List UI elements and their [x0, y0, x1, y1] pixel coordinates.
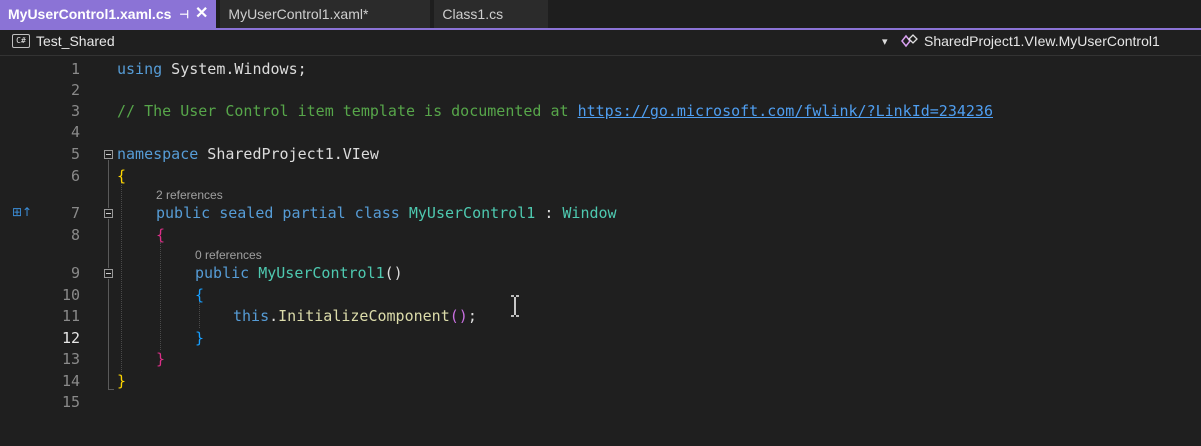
code-line-9: public MyUserControl1() [195, 264, 403, 282]
comment: // The User Control item template is doc… [117, 102, 578, 120]
code-line-5: namespace SharedProject1.VIew [117, 145, 379, 163]
brace: } [195, 329, 205, 347]
parens: () [449, 307, 468, 325]
brace: } [156, 350, 166, 368]
line-number: 4 [70, 123, 80, 141]
line-number: 14 [61, 372, 80, 390]
tab-class1-cs[interactable]: Class1.cs [434, 0, 549, 28]
fold-line [108, 160, 109, 208]
line-number: 15 [61, 393, 80, 411]
code-line-6: { [117, 167, 126, 185]
brace: { [156, 226, 166, 244]
tab-myusercontrol1-xaml[interactable]: MyUserControl1.xaml* [220, 0, 431, 28]
collapse-class-toggle[interactable] [104, 209, 113, 218]
line-number: 2 [70, 81, 80, 99]
code-line-8: { [156, 226, 165, 244]
fold-line [108, 219, 109, 268]
tab-label: Class1.cs [442, 6, 504, 22]
fold-end [108, 389, 114, 390]
keyword: namespace [117, 145, 199, 163]
code-text: : [535, 204, 563, 222]
method-name: InitializeComponent [278, 307, 450, 325]
code-line-12: } [195, 329, 204, 347]
keyword: this [233, 307, 270, 325]
line-number: 5 [70, 145, 80, 163]
brace: } [117, 372, 127, 390]
brace: { [195, 286, 205, 304]
line-number: 10 [61, 286, 80, 304]
base-type: Window [562, 204, 617, 222]
keyword: using [117, 60, 163, 78]
document-tab-strip: MyUserControl1.xaml.cs ⊣ ✕ MyUserControl… [0, 0, 1201, 30]
code-text: () [384, 264, 403, 282]
scope-dropdown[interactable]: SharedProject1.VIew.MyUserControl1 [900, 32, 1160, 50]
constructor-name: MyUserControl1 [249, 264, 385, 282]
line-number: 1 [70, 60, 80, 78]
text-cursor-icon [511, 295, 519, 317]
namespace-name: SharedProject1.VIew [198, 145, 379, 163]
code-editor[interactable]: ⊞↑ 1 2 3 4 5 6 7 8 9 10 11 12 13 14 15 u… [0, 56, 1201, 446]
code-line-1: using System.Windows; [117, 60, 307, 78]
collapse-constructor-toggle[interactable] [104, 269, 113, 278]
collapse-namespace-toggle[interactable] [104, 150, 113, 159]
tab-label: MyUserControl1.xaml* [228, 6, 369, 22]
tab-myusercontrol1-xaml-cs[interactable]: MyUserControl1.xaml.cs ⊣ ✕ [0, 0, 217, 28]
indent-guide [160, 242, 161, 350]
line-number: 8 [70, 226, 80, 244]
navigation-bar: C# Test_Shared ▾ SharedProject1.VIew.MyU… [0, 30, 1201, 56]
indent-guide [121, 182, 122, 372]
code-line-3: // The User Control item template is doc… [117, 102, 993, 120]
code-line-10: { [195, 286, 204, 304]
indent-guide [199, 302, 200, 328]
brace: { [117, 167, 127, 185]
inheritance-margin-icon[interactable]: ⊞↑ [12, 205, 32, 219]
line-number: 3 [70, 102, 80, 120]
keyword: sealed [210, 204, 274, 222]
line-number: 6 [70, 167, 80, 185]
code-line-13: } [156, 350, 165, 368]
class-name: MyUserControl1 [399, 204, 536, 222]
codelens-references[interactable]: 0 references [195, 248, 262, 262]
chevron-down-icon[interactable]: ▾ [882, 35, 888, 48]
keyword: class [345, 204, 400, 222]
line-number: 13 [61, 350, 80, 368]
project-dropdown[interactable]: C# Test_Shared [12, 33, 115, 49]
pin-icon[interactable]: ⊣ [179, 8, 189, 21]
keyword: partial [273, 204, 346, 222]
code-text: . [269, 307, 279, 325]
fold-line [108, 279, 109, 389]
code-line-7: public sealed partial class MyUserContro… [156, 204, 617, 222]
line-number: 7 [70, 204, 80, 222]
csharp-project-icon: C# [12, 34, 30, 48]
code-line-11: this.InitializeComponent(); [233, 307, 477, 325]
keyword: public [156, 204, 211, 222]
line-number: 9 [70, 264, 80, 282]
line-number-current: 12 [61, 329, 80, 347]
codelens-references[interactable]: 2 references [156, 188, 223, 202]
scope-name: SharedProject1.VIew.MyUserControl1 [924, 33, 1160, 49]
code-line-14: } [117, 372, 126, 390]
class-icon [901, 34, 918, 48]
project-name: Test_Shared [36, 33, 115, 49]
code-text: ; [467, 307, 477, 325]
close-icon[interactable]: ✕ [195, 6, 208, 22]
code-text: System.Windows; [162, 60, 307, 78]
line-number: 11 [61, 307, 80, 325]
documentation-link[interactable]: https://go.microsoft.com/fwlink/?LinkId=… [578, 102, 993, 120]
tab-label: MyUserControl1.xaml.cs [8, 6, 172, 22]
keyword: public [195, 264, 250, 282]
